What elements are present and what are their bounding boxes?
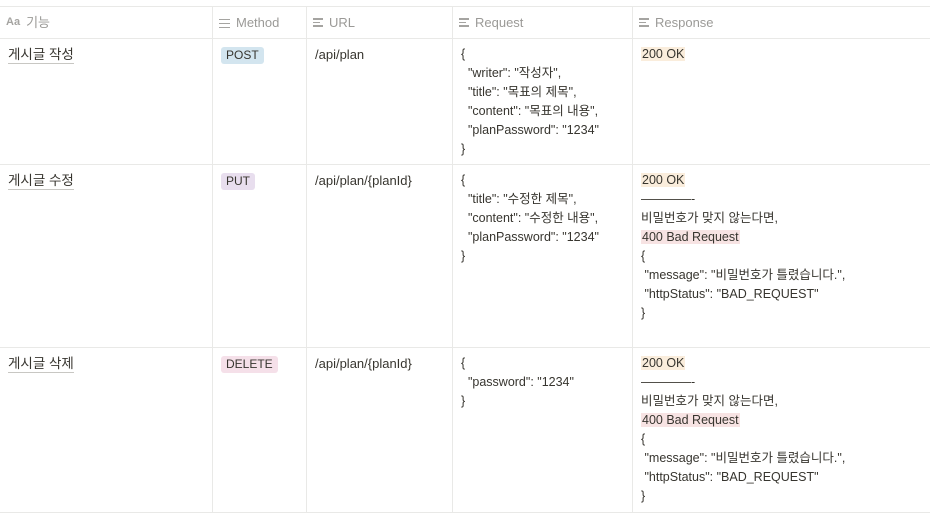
url-cell[interactable]: /api/plan <box>307 39 453 164</box>
row-title-link[interactable]: 게시글 작성 <box>8 47 74 64</box>
feature-cell[interactable]: 게시글 삭제 <box>0 348 213 512</box>
method-tag: POST <box>221 47 264 64</box>
response-cell[interactable]: 200 OK ————- 비밀번호가 맞지 않는다면, 400 Bad Requ… <box>633 165 930 347</box>
error-body: { "message": "비밀번호가 틀렸습니다.", "httpStatus… <box>641 432 846 503</box>
request-body: { "writer": "작성자", "title": "목표의 제목", "c… <box>461 47 599 156</box>
column-label: URL <box>329 15 356 30</box>
url-text: /api/plan <box>315 47 365 62</box>
column-label: 기능 <box>26 15 50 30</box>
request-body: { "password": "1234" } <box>461 356 574 408</box>
row-title-link[interactable]: 게시글 수정 <box>8 173 74 190</box>
text-icon <box>459 18 469 27</box>
url-cell[interactable]: /api/plan/{planId} <box>307 348 453 512</box>
response-cell[interactable]: 200 OK ————- 비밀번호가 맞지 않는다면, 400 Bad Requ… <box>633 348 930 512</box>
status-bad-text: 400 Bad Request <box>641 230 740 244</box>
method-tag: DELETE <box>221 356 278 373</box>
status-ok-text: 200 OK <box>641 173 686 187</box>
column-label: Method <box>236 15 280 30</box>
feature-cell[interactable]: 게시글 수정 <box>0 165 213 347</box>
url-cell[interactable]: /api/plan/{planId} <box>307 165 453 347</box>
row-title-link[interactable]: 게시글 삭제 <box>8 356 74 373</box>
table-row: 게시글 작성 POST /api/plan { "writer": "작성자",… <box>0 39 930 165</box>
request-cell[interactable]: { "password": "1234" } <box>453 348 633 512</box>
list-icon <box>219 18 230 28</box>
condition-text: 비밀번호가 맞지 않는다면, <box>641 394 778 408</box>
status-ok-text: 200 OK <box>641 356 686 370</box>
column-label: Request <box>475 15 524 30</box>
status-ok-text: 200 OK <box>641 47 686 61</box>
feature-cell[interactable]: 게시글 작성 <box>0 39 213 164</box>
divider-text: ————- <box>641 375 696 389</box>
method-cell[interactable]: PUT <box>213 165 307 347</box>
table-row: 게시글 삭제 DELETE /api/plan/{planId} { "pass… <box>0 348 930 513</box>
column-header-url[interactable]: URL <box>307 7 453 38</box>
column-header-method[interactable]: Method <box>213 7 307 38</box>
api-table: Aa 기능 Method URL Request Response 게시글 작성… <box>0 6 930 513</box>
text-icon <box>313 18 323 27</box>
request-cell[interactable]: { "writer": "작성자", "title": "목표의 제목", "c… <box>453 39 633 164</box>
method-cell[interactable]: DELETE <box>213 348 307 512</box>
url-text: /api/plan/{planId} <box>315 173 412 188</box>
url-text: /api/plan/{planId} <box>315 356 412 371</box>
text-icon <box>639 18 649 27</box>
request-body: { "title": "수정한 제목", "content": "수정한 내용"… <box>461 173 599 263</box>
column-header-feature[interactable]: Aa 기능 <box>0 7 213 38</box>
status-bad-text: 400 Bad Request <box>641 413 740 427</box>
condition-text: 비밀번호가 맞지 않는다면, <box>641 211 778 225</box>
column-label: Response <box>655 15 714 30</box>
table-header: Aa 기능 Method URL Request Response <box>0 7 930 39</box>
column-header-request[interactable]: Request <box>453 7 633 38</box>
error-body: { "message": "비밀번호가 틀렸습니다.", "httpStatus… <box>641 249 846 320</box>
table-row: 게시글 수정 PUT /api/plan/{planId} { "title":… <box>0 165 930 348</box>
divider-text: ————- <box>641 192 696 206</box>
method-tag: PUT <box>221 173 255 190</box>
column-header-response[interactable]: Response <box>633 7 930 38</box>
method-cell[interactable]: POST <box>213 39 307 164</box>
request-cell[interactable]: { "title": "수정한 제목", "content": "수정한 내용"… <box>453 165 633 347</box>
title-property-icon: Aa <box>6 16 21 28</box>
response-cell[interactable]: 200 OK <box>633 39 930 164</box>
